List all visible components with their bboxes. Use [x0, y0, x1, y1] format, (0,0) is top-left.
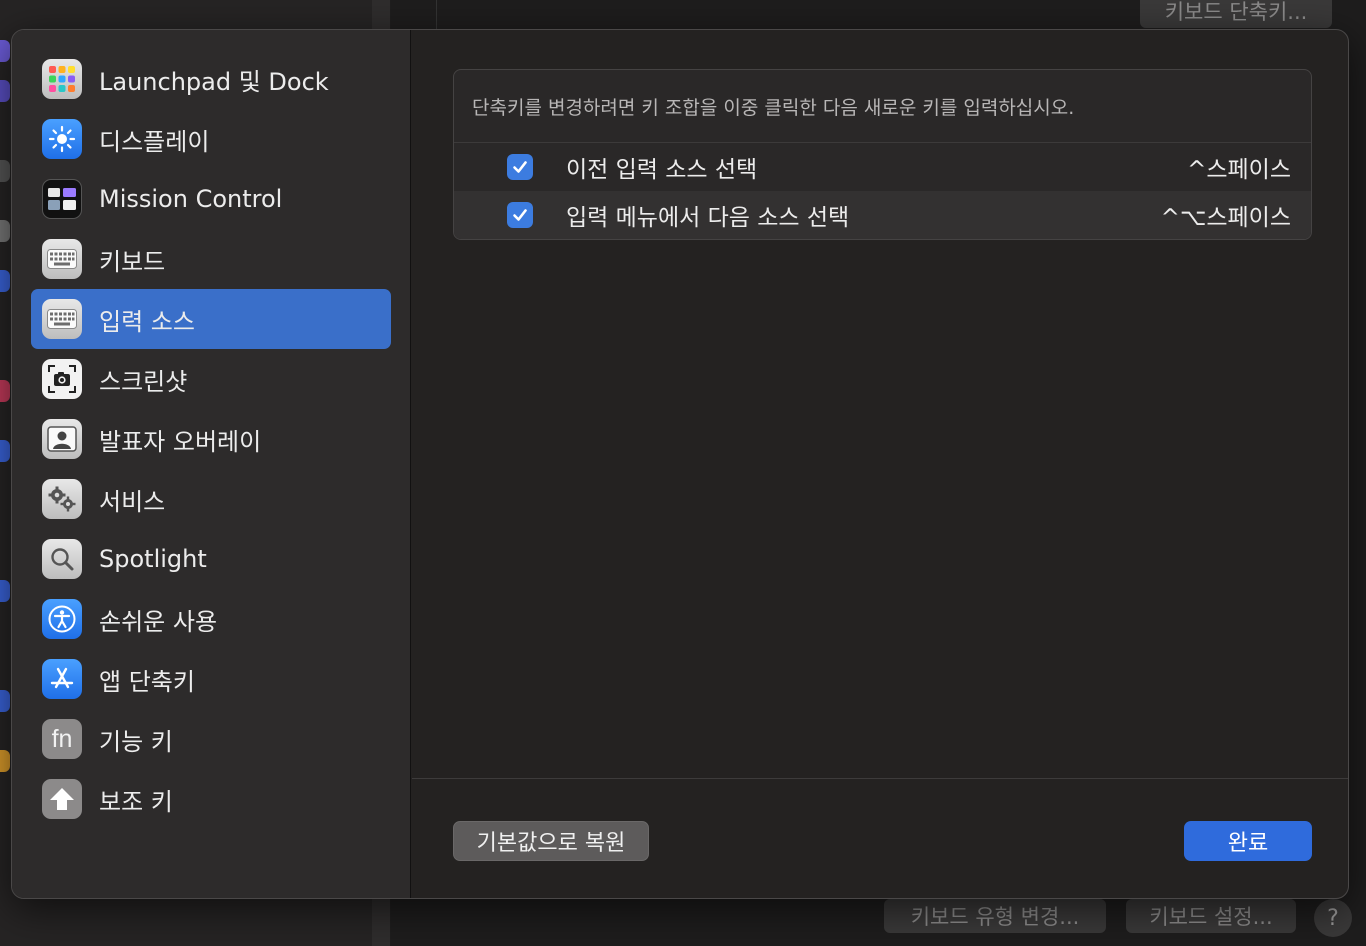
shortcut-key-combo[interactable]: ^스페이스	[1187, 143, 1291, 191]
done-button[interactable]: 완료	[1184, 821, 1312, 861]
background-icon	[0, 160, 10, 182]
sidebar-item-input-sources[interactable]: 입력 소스	[31, 289, 391, 349]
shortcut-label: 이전 입력 소스 선택	[566, 157, 758, 183]
restore-defaults-button[interactable]: 기본값으로 복원	[453, 821, 649, 861]
sidebar-item-label: Launchpad 및 Dock	[99, 67, 329, 96]
background-icon	[0, 270, 10, 292]
shortcuts-list: 단축키를 변경하려면 키 조합을 이중 클릭한 다음 새로운 키를 입력하십시오…	[453, 69, 1312, 240]
sidebar-item-presenter-overlay[interactable]: 발표자 오버레이	[31, 409, 391, 469]
app-store-icon	[42, 659, 82, 699]
sidebar-item-keyboard[interactable]: 키보드	[31, 229, 391, 289]
background-divider	[436, 0, 437, 30]
checkmark-icon	[513, 161, 527, 173]
sidebar-item-label: 보조 키	[99, 787, 173, 816]
background-change-keyboard-type-button: 키보드 유형 변경...	[884, 899, 1106, 933]
background-icon	[0, 80, 10, 102]
shortcut-label: 입력 메뉴에서 다음 소스 선택	[566, 205, 850, 231]
shortcut-checkbox[interactable]	[507, 202, 533, 228]
sidebar-item-label: 스크린샷	[99, 367, 188, 396]
background-icon	[0, 580, 10, 602]
background-help-button: ?	[1314, 899, 1352, 937]
sidebar-item-label: 손쉬운 사용	[99, 607, 218, 636]
sidebar-item-spotlight[interactable]: Spotlight	[31, 529, 391, 589]
sidebar-item-mission-control[interactable]: Mission Control	[31, 169, 391, 229]
sidebar-item-accessibility[interactable]: 손쉬운 사용	[31, 589, 391, 649]
background-icon	[0, 40, 10, 62]
fn-glyph: fn	[51, 724, 73, 753]
accessibility-icon	[42, 599, 82, 639]
shortcut-hint-text: 단축키를 변경하려면 키 조합을 이중 클릭한 다음 새로운 키를 입력하십시오…	[472, 96, 1075, 119]
magnifier-icon	[42, 539, 82, 579]
sidebar-item-launchpad-dock[interactable]: Launchpad 및 Dock	[31, 49, 391, 109]
sidebar-item-modifier-keys[interactable]: 보조 키	[31, 769, 391, 829]
sidebar-item-services[interactable]: 서비스	[31, 469, 391, 529]
background-icon	[0, 750, 10, 772]
keyboard-icon	[42, 239, 82, 279]
sidebar-item-label: 키보드	[99, 247, 166, 276]
shortcuts-content: 단축키를 변경하려면 키 조합을 이중 클릭한 다음 새로운 키를 입력하십시오…	[412, 30, 1348, 898]
sidebar-item-display[interactable]: 디스플레이	[31, 109, 391, 169]
shortcut-row[interactable]: 입력 메뉴에서 다음 소스 선택 ^⌥스페이스	[454, 191, 1311, 239]
background-icon	[0, 220, 10, 242]
mission-control-icon	[42, 179, 82, 219]
background-icon	[0, 690, 10, 712]
launchpad-grid-icon	[42, 59, 82, 99]
shortcut-row[interactable]: 이전 입력 소스 선택 ^스페이스	[454, 143, 1311, 191]
sidebar-item-label: 앱 단축키	[99, 667, 195, 696]
background-keyboard-setup-button: 키보드 설정...	[1126, 899, 1296, 933]
sidebar-item-function-keys[interactable]: fn 기능 키	[31, 709, 391, 769]
sidebar-item-label: 발표자 오버레이	[99, 427, 262, 456]
fn-key-icon: fn	[42, 719, 82, 759]
sidebar-item-label: 입력 소스	[99, 307, 195, 336]
sidebar-item-label: Mission Control	[99, 185, 283, 213]
shortcut-key-combo[interactable]: ^⌥스페이스	[1161, 191, 1291, 239]
shortcut-checkbox[interactable]	[507, 154, 533, 180]
footer-divider	[412, 778, 1348, 779]
keyboard-shortcuts-sheet: Launchpad 및 Dock 디스플레이 Mission Control 키…	[11, 29, 1349, 899]
brightness-sun-icon	[42, 119, 82, 159]
sidebar-item-label: 디스플레이	[99, 127, 210, 156]
sidebar-item-label: 기능 키	[99, 727, 173, 756]
gears-icon	[42, 479, 82, 519]
screenshot-camera-icon	[42, 359, 82, 399]
modifier-arrow-icon	[42, 779, 82, 819]
background-icon	[0, 380, 10, 402]
sidebar-item-app-shortcuts[interactable]: 앱 단축키	[31, 649, 391, 709]
background-keyboard-shortcuts-button: 키보드 단축키...	[1140, 0, 1332, 28]
checkmark-icon	[513, 209, 527, 221]
sidebar-item-label: 서비스	[99, 487, 166, 516]
shortcuts-sidebar: Launchpad 및 Dock 디스플레이 Mission Control 키…	[12, 30, 411, 898]
sidebar-item-screenshots[interactable]: 스크린샷	[31, 349, 391, 409]
keyboard-icon	[42, 299, 82, 339]
presenter-overlay-icon	[42, 419, 82, 459]
background-icon	[0, 440, 10, 462]
sidebar-item-label: Spotlight	[99, 545, 207, 573]
